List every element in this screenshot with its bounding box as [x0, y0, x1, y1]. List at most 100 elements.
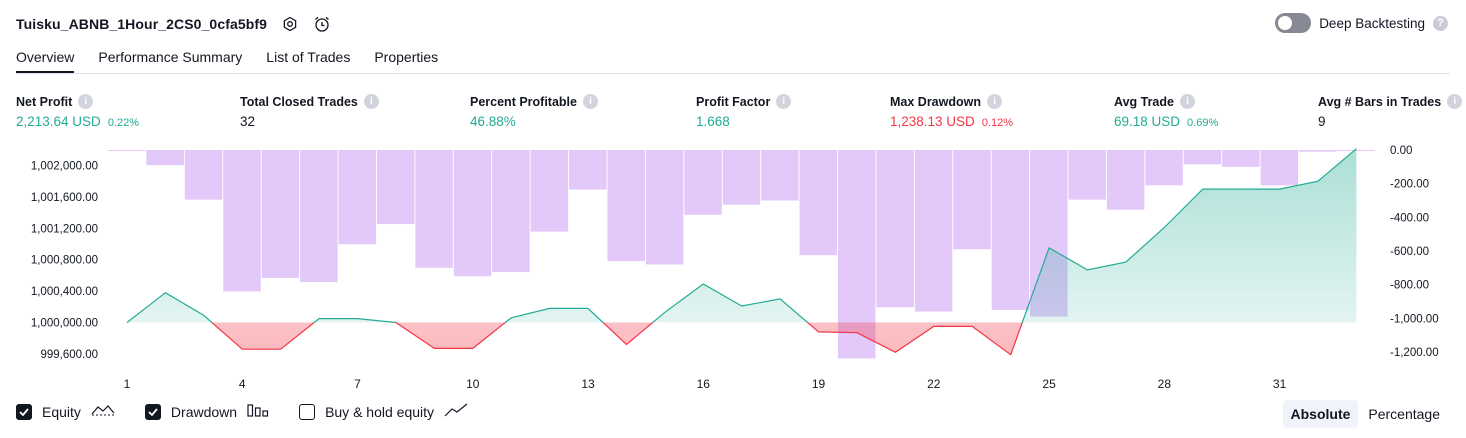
- tab-performance-summary[interactable]: Performance Summary: [98, 44, 242, 74]
- drawdown-bar: [914, 150, 953, 312]
- drawdown-bar: [415, 150, 453, 268]
- metric-percent: 0.12%: [981, 117, 1014, 129]
- drawdown-bar: [991, 150, 1030, 310]
- legend-buy-hold[interactable]: Buy & hold equity: [299, 403, 468, 420]
- x-axis-tick: 19: [812, 377, 826, 390]
- legend-equity[interactable]: Equity: [16, 403, 115, 420]
- left-axis-tick: 1,002,000.00: [31, 161, 98, 173]
- metric-label: Net Profit: [16, 94, 73, 109]
- drawdown-bar: [1183, 150, 1222, 165]
- drawdown-bar: [223, 150, 261, 292]
- strategy-header: Tuisku_ABNB_1Hour_2CS0_0cfa5bf9: [16, 12, 331, 36]
- strategy-title: Tuisku_ABNB_1Hour_2CS0_0cfa5bf9: [16, 16, 268, 32]
- metric-label: Total Closed Trades: [240, 94, 358, 109]
- x-axis-tick: 7: [354, 377, 361, 390]
- metric-avg-bars: Avg # Bars in Trades i 9: [1318, 94, 1463, 129]
- drawdown-bar: [607, 150, 645, 262]
- drawdown-bar: [684, 150, 722, 215]
- right-axis-tick: -400.00: [1390, 212, 1429, 224]
- drawdown-bar: [338, 150, 377, 245]
- toggle-knob: [1278, 16, 1293, 30]
- metric-value: 9: [1318, 114, 1326, 129]
- equity-checkbox[interactable]: [16, 403, 32, 420]
- deep-backtesting-label: Deep Backtesting: [1319, 15, 1425, 31]
- metric-max-drawdown: Max Drawdown i 1,238.13 USD 0.12%: [890, 94, 1013, 129]
- left-axis-tick: 1,000,000.00: [31, 318, 98, 330]
- legend-drawdown[interactable]: Drawdown: [144, 403, 269, 420]
- left-axis-tick: 1,001,200.00: [31, 223, 98, 235]
- x-axis-tick: 13: [581, 377, 595, 390]
- drawdown-bar: [1222, 150, 1260, 167]
- info-icon[interactable]: i: [582, 94, 598, 109]
- settings-icon[interactable]: [281, 15, 299, 33]
- drawdown-bar: [146, 150, 184, 166]
- right-axis-tick: 0.00: [1390, 145, 1412, 157]
- metric-label: Avg Trade: [1114, 94, 1174, 109]
- drawdown-bar: [761, 150, 799, 201]
- legend-equity-label: Equity: [42, 403, 81, 420]
- info-icon[interactable]: i: [776, 94, 792, 109]
- drawdown-checkbox[interactable]: [144, 403, 161, 420]
- metric-value: 46.88%: [470, 114, 516, 129]
- drawdown-bar: [799, 150, 838, 256]
- tab-list-of-trades[interactable]: List of Trades: [266, 44, 350, 74]
- drawdown-bar: [1145, 150, 1183, 186]
- equity-line-icon: [91, 403, 115, 420]
- metric-percent: 0.69%: [1187, 117, 1219, 129]
- buy-hold-checkbox[interactable]: [299, 403, 316, 420]
- deep-backtesting: Deep Backtesting ?: [1275, 13, 1448, 33]
- info-icon[interactable]: i: [78, 94, 94, 109]
- display-mode-switch: Absolute Percentage: [1282, 400, 1449, 428]
- drawdown-bar: [300, 150, 338, 283]
- drawdown-bar: [530, 150, 569, 232]
- deep-backtesting-toggle[interactable]: [1275, 13, 1312, 33]
- drawdown-bar: [645, 150, 684, 265]
- drawdown-bar: [453, 150, 492, 277]
- tab-divider: [16, 73, 1450, 74]
- left-axis-tick: 1,000,800.00: [31, 255, 98, 267]
- left-axis-tick: 999,600.00: [40, 349, 98, 361]
- drawdown-bar: [1260, 150, 1299, 186]
- alarm-add-icon[interactable]: [313, 15, 331, 33]
- mode-percentage-button[interactable]: Percentage: [1360, 400, 1448, 428]
- info-icon[interactable]: i: [987, 94, 1002, 109]
- info-icon[interactable]: i: [1447, 94, 1463, 109]
- drawdown-bar: [722, 150, 761, 205]
- right-axis-tick: -1,000.00: [1390, 313, 1439, 325]
- drawdown-bar: [1068, 150, 1106, 200]
- drawdown-bar: [492, 150, 530, 273]
- info-icon[interactable]: i: [363, 94, 379, 109]
- metric-percent: 0.22%: [107, 117, 140, 129]
- metric-percent-profitable: Percent Profitable i 46.88%: [470, 94, 598, 129]
- help-icon[interactable]: ?: [1433, 15, 1448, 31]
- drawdown-bar: [1106, 150, 1145, 210]
- drawdown-bar: [108, 150, 146, 151]
- x-axis-tick: 1: [124, 377, 131, 390]
- metric-value: 69.18 USD: [1114, 114, 1181, 129]
- right-axis-tick: -600.00: [1390, 246, 1429, 258]
- right-axis-tick: -1,200.00: [1390, 347, 1439, 359]
- metric-net-profit: Net Profit i 2,213.64 USD 0.22%: [16, 94, 139, 129]
- legend-drawdown-label: Drawdown: [170, 403, 238, 420]
- drawdown-bar: [261, 150, 300, 278]
- mode-absolute-button[interactable]: Absolute: [1282, 400, 1359, 428]
- drawdown-bar: [876, 150, 914, 308]
- metric-profit-factor: Profit Factor i 1.668: [696, 94, 792, 129]
- legend-buy-hold-label: Buy & hold equity: [325, 403, 435, 420]
- left-axis-tick: 1,001,600.00: [31, 192, 98, 204]
- tab-bar: Overview Performance Summary List of Tra…: [16, 44, 438, 74]
- metric-value: 32: [240, 114, 256, 129]
- info-icon[interactable]: i: [1179, 94, 1195, 109]
- x-axis-tick: 31: [1273, 377, 1287, 390]
- drawdown-bars-icon: [247, 403, 269, 420]
- equity-drawdown-chart: 1,002,000.00 1,001,600.00 1,001,200.00 1,00…: [31, 145, 1439, 390]
- metric-label: Avg # Bars in Trades: [1318, 94, 1442, 109]
- metric-avg-trade: Avg Trade i 69.18 USD 0.69%: [1114, 94, 1218, 129]
- metric-value: 2,213.64 USD: [16, 114, 101, 129]
- x-axis-tick: 25: [1042, 377, 1056, 390]
- drawdown-bar: [569, 150, 607, 190]
- tab-overview[interactable]: Overview: [16, 44, 75, 74]
- x-axis-tick: 22: [927, 377, 941, 390]
- x-axis-tick: 16: [697, 377, 711, 390]
- tab-properties[interactable]: Properties: [374, 44, 438, 74]
